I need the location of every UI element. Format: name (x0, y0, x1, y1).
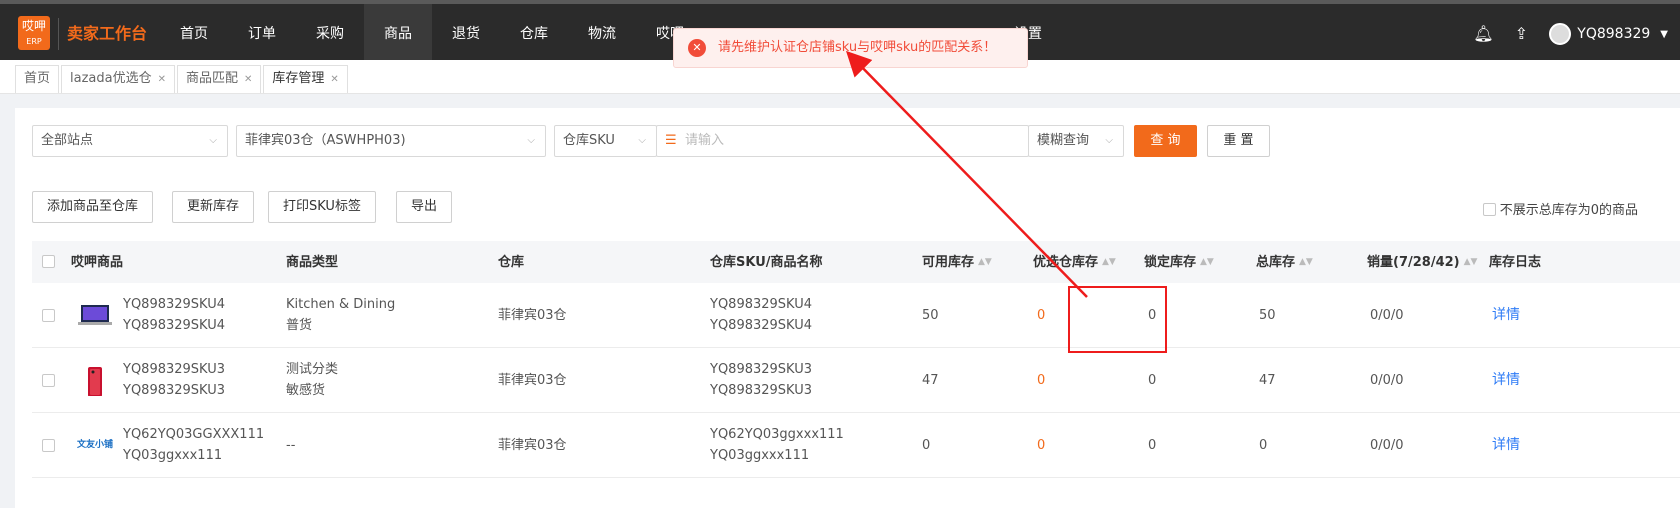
annotation-arrow (846, 50, 1088, 298)
